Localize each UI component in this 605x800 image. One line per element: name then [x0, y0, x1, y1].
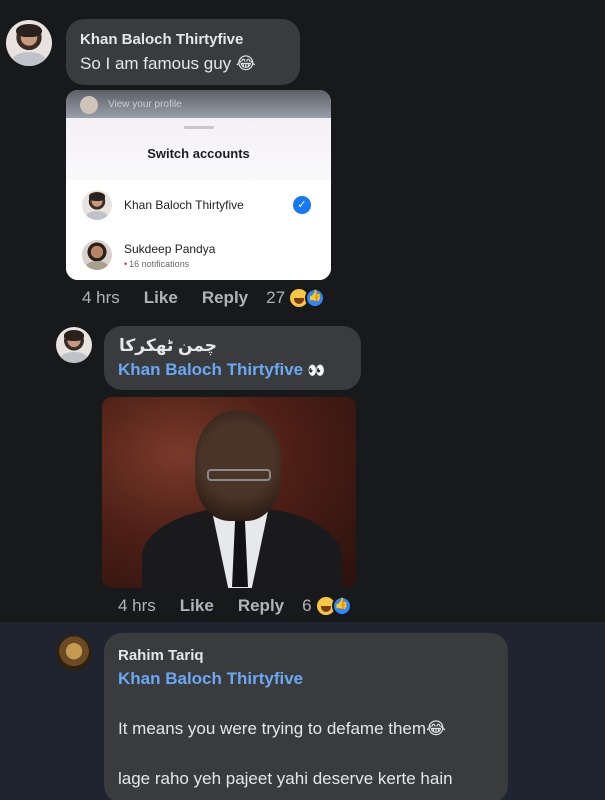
- check-icon: ✓: [293, 196, 311, 214]
- comment-time[interactable]: 4 hrs: [118, 596, 156, 616]
- avatar: [82, 190, 112, 220]
- comment-text: So I am famous guy 😂: [80, 54, 256, 73]
- comment-gif[interactable]: [102, 397, 356, 588]
- eyes-emoji: 👀: [307, 362, 325, 378]
- account-item: Khan Baloch Thirtyfive: [82, 190, 244, 220]
- like-reaction-icon: [305, 288, 326, 308]
- embedded-screenshot[interactable]: View your profile Switch accounts Khan B…: [66, 90, 331, 280]
- account-name: Sukdeep Pandya: [124, 241, 216, 256]
- reply-button[interactable]: Reply: [238, 596, 284, 616]
- mention-link[interactable]: Khan Baloch Thirtyfive: [118, 669, 303, 689]
- notification-count: • 16 notifications: [124, 258, 190, 269]
- switch-accounts-sheet: Switch accounts Khan Baloch Thirtyfive ✓…: [66, 118, 331, 280]
- like-button[interactable]: Like: [144, 288, 178, 308]
- mention-link[interactable]: Khan Baloch Thirtyfive: [118, 360, 303, 379]
- account-name: Khan Baloch Thirtyfive: [124, 198, 244, 212]
- comment-actions: 4 hrs Like Reply 6: [118, 596, 352, 616]
- like-button[interactable]: Like: [180, 596, 214, 616]
- comment-bubble: چمن ٹھکرکا Khan Baloch Thirtyfive 👀: [104, 326, 361, 390]
- comment-author[interactable]: Khan Baloch Thirtyfive: [80, 31, 243, 48]
- account-list: Khan Baloch Thirtyfive ✓ Sukdeep Pandya …: [66, 180, 331, 280]
- reactions[interactable]: [315, 596, 352, 616]
- avatar[interactable]: [56, 635, 92, 671]
- comment-text: Khan Baloch Thirtyfive 👀: [118, 360, 325, 380]
- reply-button[interactable]: Reply: [202, 288, 248, 308]
- like-reaction-icon: [331, 596, 352, 616]
- avatar: [82, 240, 112, 270]
- comment-bubble: Khan Baloch Thirtyfive So I am famous gu…: [66, 19, 300, 85]
- comment-thread: Khan Baloch Thirtyfive So I am famous gu…: [0, 0, 605, 800]
- comment-time[interactable]: 4 hrs: [82, 288, 120, 308]
- account-item: Sukdeep Pandya • 16 notifications: [82, 240, 215, 270]
- comment-text: It means you were trying to defame them😂: [118, 719, 446, 738]
- comment-text: lage raho yeh pajeet yahi deserve kerte …: [118, 769, 453, 788]
- comment-author[interactable]: Rahim Tariq: [118, 647, 204, 664]
- comment-actions: 4 hrs Like Reply 27: [82, 288, 326, 308]
- reaction-count[interactable]: 6: [302, 596, 311, 616]
- avatar[interactable]: [56, 327, 92, 363]
- reaction-count[interactable]: 27: [266, 288, 285, 308]
- reactions[interactable]: [289, 288, 326, 308]
- sheet-title: Switch accounts: [147, 146, 250, 161]
- avatar: [80, 96, 98, 114]
- profile-header: View your profile: [66, 90, 331, 118]
- avatar[interactable]: [6, 20, 52, 66]
- sheet-grabber: [184, 126, 214, 129]
- comment-author[interactable]: چمن ٹھکرکا: [119, 336, 217, 356]
- comment-bubble: Rahim Tariq Khan Baloch Thirtyfive It me…: [104, 633, 508, 800]
- view-profile-text: View your profile: [108, 99, 182, 110]
